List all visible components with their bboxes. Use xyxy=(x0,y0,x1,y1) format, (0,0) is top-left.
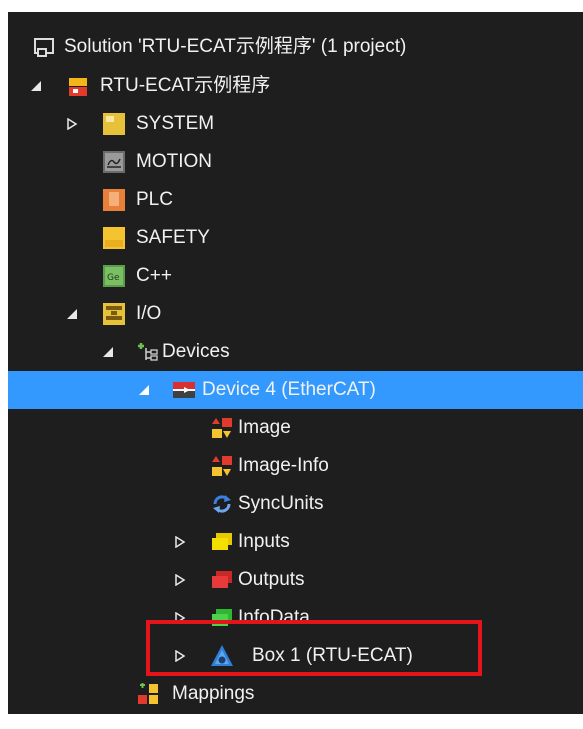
tree-item-label: SAFETY xyxy=(136,227,210,248)
expand-arrow-icon[interactable] xyxy=(173,573,187,587)
tree-item-inputs[interactable]: Inputs xyxy=(8,523,583,561)
tree-item-label: C++ xyxy=(136,265,172,286)
tree-item-label: I/O xyxy=(136,303,162,324)
tree-item-image-info[interactable]: Image-Info xyxy=(8,447,583,485)
tree-item-motion[interactable]: MOTION xyxy=(8,143,583,181)
collapse-arrow-icon[interactable] xyxy=(29,79,43,93)
ethercat-device-icon xyxy=(172,378,196,402)
cpp-icon: Ge xyxy=(102,264,126,288)
solution-explorer-tree: Solution 'RTU-ECAT示例程序' (1 project) RTU-… xyxy=(8,12,583,714)
tree-item-device4[interactable]: Device 4 (EtherCAT) xyxy=(8,371,583,409)
tree-item-label: Solution 'RTU-ECAT示例程序' (1 project) xyxy=(64,36,407,57)
tree-item-image[interactable]: Image xyxy=(8,409,583,447)
tree-item-io[interactable]: I/O xyxy=(8,295,583,333)
collapse-arrow-icon[interactable] xyxy=(65,307,79,321)
inputs-icon xyxy=(210,530,234,554)
tree-item-label: Device 4 (EtherCAT) xyxy=(202,379,376,400)
tree-item-devices[interactable]: Devices xyxy=(8,333,583,371)
tree-item-cpp[interactable]: Ge C++ xyxy=(8,257,583,295)
tree-item-label: RTU-ECAT示例程序 xyxy=(100,75,271,96)
tree-item-label: SYSTEM xyxy=(136,113,215,134)
tree-item-label: PLC xyxy=(136,189,173,210)
tree-item-project[interactable]: RTU-ECAT示例程序 xyxy=(8,67,583,105)
tree-item-label: Image-Info xyxy=(238,455,329,476)
mappings-icon xyxy=(136,682,160,706)
sync-icon xyxy=(210,492,234,516)
tree-item-label: Image xyxy=(238,417,291,438)
outputs-icon xyxy=(210,568,234,592)
io-icon xyxy=(102,302,126,326)
solution-icon xyxy=(32,35,56,59)
collapse-arrow-icon[interactable] xyxy=(101,345,115,359)
tree-item-label: SyncUnits xyxy=(238,493,324,514)
tree-item-label: Devices xyxy=(162,341,230,362)
tree-item-label: Mappings xyxy=(172,683,255,704)
tree-item-plc[interactable]: PLC xyxy=(8,181,583,219)
devices-icon xyxy=(136,340,160,364)
tree-item-syncunits[interactable]: SyncUnits xyxy=(8,485,583,523)
expand-arrow-icon[interactable] xyxy=(173,535,187,549)
tree-item-outputs[interactable]: Outputs xyxy=(8,561,583,599)
motion-icon xyxy=(102,150,126,174)
plc-icon xyxy=(102,188,126,212)
tree-item-label: MOTION xyxy=(136,151,212,172)
system-icon xyxy=(102,112,126,136)
tree-item-label: Inputs xyxy=(238,531,290,552)
tree-item-safety[interactable]: SAFETY xyxy=(8,219,583,257)
image-icon xyxy=(210,416,234,440)
box1-highlight-frame xyxy=(146,620,482,676)
twincat-project-icon xyxy=(66,74,90,98)
tree-item-mappings[interactable]: Mappings xyxy=(8,675,583,713)
svg-text:Ge: Ge xyxy=(107,273,120,283)
safety-icon xyxy=(102,226,126,250)
expand-arrow-icon[interactable] xyxy=(65,117,79,131)
collapse-arrow-icon[interactable] xyxy=(137,383,151,397)
tree-item-label: Outputs xyxy=(238,569,305,590)
tree-item-solution[interactable]: Solution 'RTU-ECAT示例程序' (1 project) xyxy=(8,28,583,66)
tree-item-system[interactable]: SYSTEM xyxy=(8,105,583,143)
image-info-icon xyxy=(210,454,234,478)
